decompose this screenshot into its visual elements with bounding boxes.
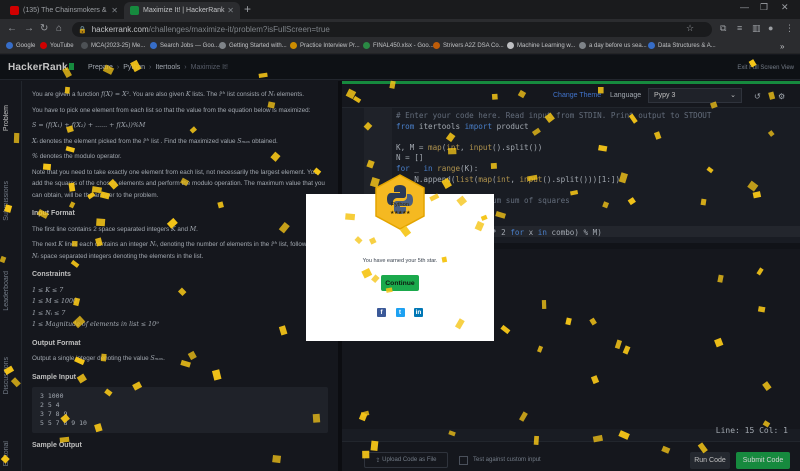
linkedin-icon[interactable]: in — [414, 308, 423, 317]
share-icons: f t in — [377, 308, 423, 317]
achievement-message: You have earned your 5th star. — [362, 258, 438, 264]
badge-label: Python — [390, 202, 410, 208]
browser-window: (135) The Chainsmokers & ✕ Maximize It! … — [0, 0, 800, 471]
badge-stars: ★★★★★ — [390, 210, 410, 216]
continue-button[interactable]: Continue — [381, 275, 419, 291]
facebook-icon[interactable]: f — [377, 308, 386, 317]
twitter-icon[interactable]: t — [395, 308, 405, 317]
